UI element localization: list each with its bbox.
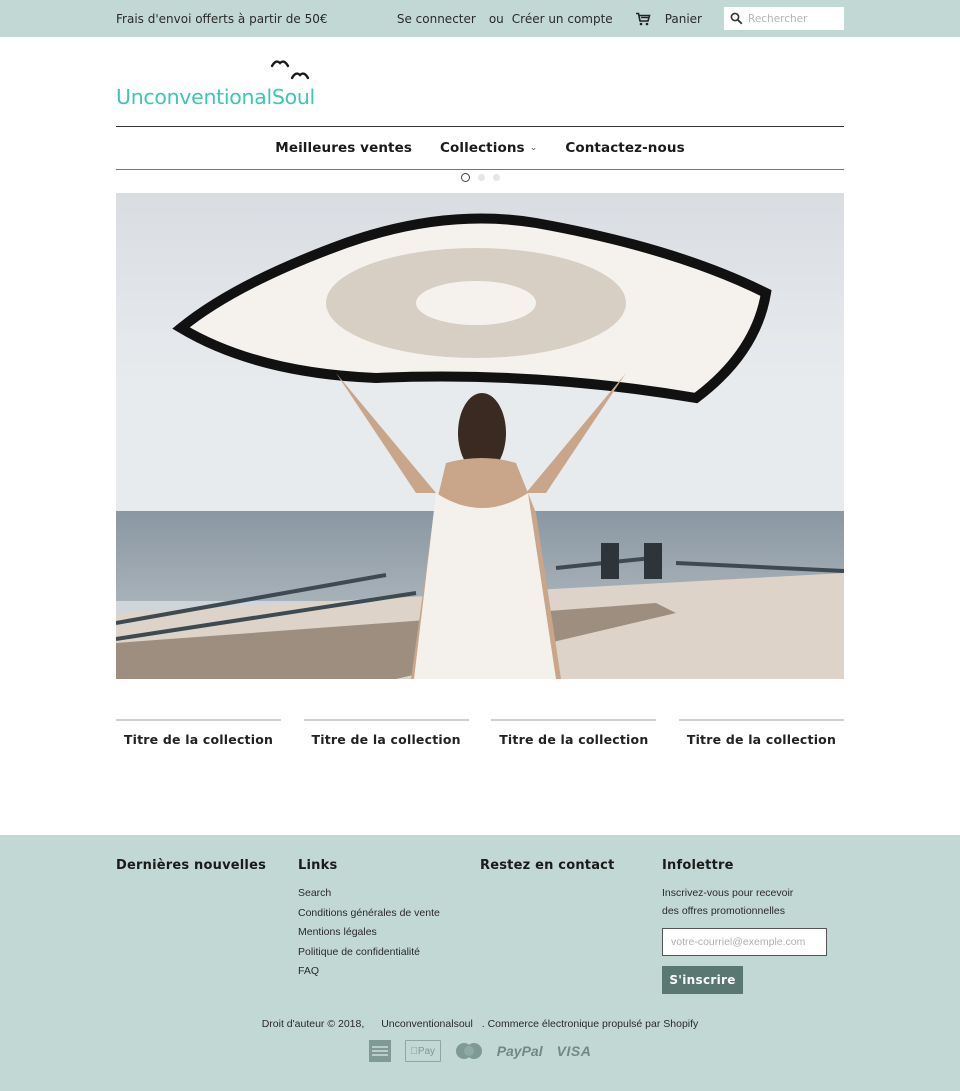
subscribe-button[interactable]: S'inscrire: [662, 966, 743, 994]
footer-link-privacy[interactable]: Politique de confidentialité: [298, 946, 480, 960]
nav-item-best-sellers[interactable]: Meilleures ventes: [275, 140, 412, 156]
apple-pay-label: Pay: [414, 1045, 435, 1057]
create-account-link[interactable]: Créer un compte: [512, 12, 613, 26]
collection-title: Titre de la collection: [123, 732, 274, 747]
header: UnconventionalSoul: [116, 37, 844, 126]
visa-icon: VISA: [556, 1043, 592, 1059]
newsletter-heading: Infolettre: [662, 858, 734, 873]
collection-title: Titre de la collection: [686, 732, 837, 747]
payment-icons:  Pay PayPal VISA: [0, 1040, 960, 1062]
newsletter-description: Inscrivez-vous pour recevoir des offres …: [662, 885, 844, 920]
search-input[interactable]: [748, 12, 838, 25]
search-box[interactable]: [724, 7, 844, 30]
account-links: Se connecter ou Créer un compte Panier: [397, 7, 844, 30]
newsletter-desc-line: Inscrivez-vous pour recevoir: [662, 887, 794, 899]
top-bar: Frais d'envoi offerts à partir de 50€ Se…: [0, 0, 960, 37]
footer-link-search[interactable]: Search: [298, 887, 480, 901]
login-link[interactable]: Se connecter: [397, 12, 476, 26]
links-heading: Links: [298, 858, 338, 873]
collection-card[interactable]: Titre de la collection: [678, 719, 844, 748]
bollard: [644, 543, 662, 579]
slideshow-pagination: [116, 171, 844, 183]
chevron-down-icon: ⌄: [529, 143, 538, 153]
american-express-icon: [368, 1040, 391, 1062]
footer-contact: Restez en contact: [480, 858, 662, 994]
nav-item-contact[interactable]: Contactez-nous: [565, 140, 684, 156]
newsletter-email-input[interactable]: [662, 928, 827, 956]
copyright-brand-link[interactable]: Unconventionalsoul: [381, 1018, 473, 1030]
slide-dot-3[interactable]: [492, 173, 500, 181]
slide-dot-2[interactable]: [477, 173, 485, 181]
cart-icon[interactable]: [635, 12, 651, 26]
hero-slide-image[interactable]: [116, 193, 844, 679]
shopify-link[interactable]: . Commerce électronique propulsé par Sho…: [482, 1018, 699, 1030]
birds-icon: [270, 60, 310, 80]
shipping-promo: Frais d'envoi offerts à partir de 50€: [116, 11, 328, 26]
bollard: [601, 543, 619, 579]
logo-text: UnconventionalSoul: [116, 85, 315, 109]
collection-grid: Titre de la collection Titre de la colle…: [116, 719, 844, 748]
nav-item-collections[interactable]: Collections ⌄: [440, 140, 537, 156]
main-nav: Meilleures ventes Collections ⌄ Contactez…: [116, 126, 844, 170]
cart-link[interactable]: Panier: [665, 12, 702, 26]
slide-dot-1[interactable]: [460, 172, 470, 182]
paypal-icon: PayPal: [496, 1043, 543, 1059]
or-separator: ou: [488, 11, 504, 26]
newsletter-desc-line: des offres promotionnelles: [662, 904, 785, 917]
copyright-text: Droit d'auteur © 2018,: [261, 1018, 365, 1030]
collection-card[interactable]: Titre de la collection: [116, 719, 281, 748]
footer-newsletter: Infolettre Inscrivez-vous pour recevoir …: [662, 858, 844, 994]
search-icon[interactable]: [730, 12, 743, 25]
footer-news: Dernières nouvelles: [116, 858, 298, 994]
mastercard-icon: [455, 1040, 483, 1062]
contact-heading: Restez en contact: [480, 858, 615, 873]
nav-label: Meilleures ventes: [275, 140, 412, 156]
collection-title: Titre de la collection: [499, 732, 649, 747]
footer: Dernières nouvelles Links Search Conditi…: [0, 835, 960, 1091]
copyright: Droit d'auteur © 2018, Unconventionalsou…: [0, 1018, 960, 1030]
footer-link-faq[interactable]: FAQ: [298, 965, 480, 979]
apple-pay-icon:  Pay: [404, 1040, 441, 1062]
news-heading: Dernières nouvelles: [116, 858, 267, 873]
towel-pattern: [416, 281, 536, 325]
collection-title: Titre de la collection: [311, 732, 461, 747]
store-logo[interactable]: UnconventionalSoul: [116, 57, 326, 109]
nav-label: Collections: [439, 140, 525, 156]
collection-card[interactable]: Titre de la collection: [491, 719, 657, 748]
footer-link-legal[interactable]: Mentions légales: [298, 926, 480, 940]
footer-link-terms[interactable]: Conditions générales de vente: [298, 907, 480, 921]
nav-label: Contactez-nous: [565, 140, 685, 156]
footer-links: Links Search Conditions générales de ven…: [298, 858, 480, 994]
collection-card[interactable]: Titre de la collection: [303, 719, 469, 748]
